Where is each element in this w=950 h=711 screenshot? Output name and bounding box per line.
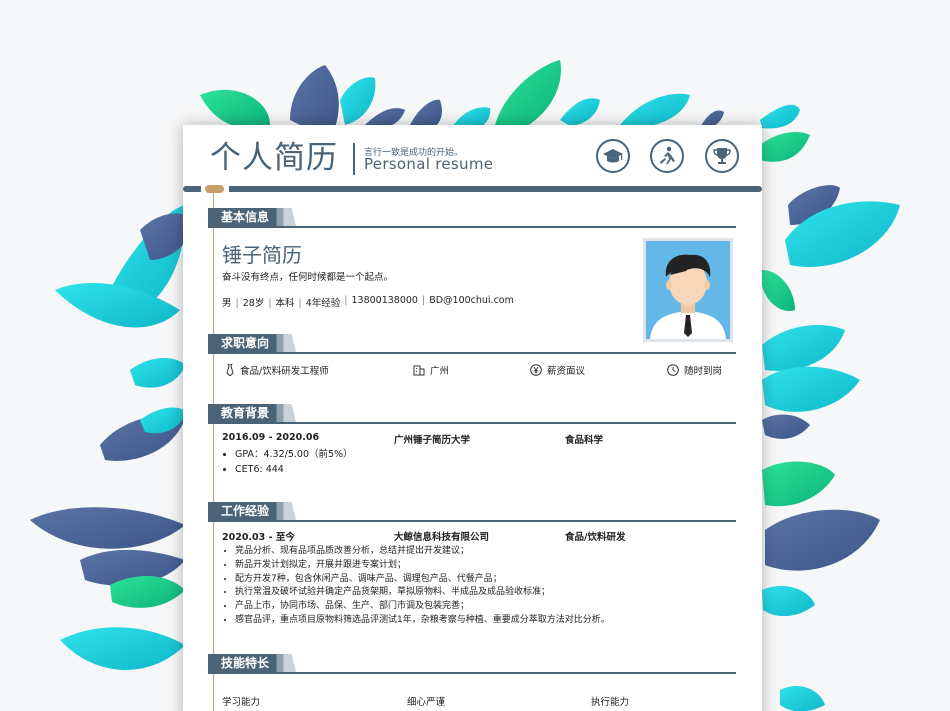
header-bar — [183, 186, 762, 192]
resume-template-preview: 个人简历 言行一致是成功的开始。 Personal resume 基本信息 锤子… — [0, 0, 950, 711]
candidate-info: 男 28岁 本科 4年经验 13800138000 BD@100chui.com — [222, 295, 514, 309]
intent-position: 食品/饮料研发工程师 — [225, 363, 329, 377]
title-separator — [353, 143, 355, 175]
building-icon — [413, 365, 425, 376]
list-item: 竞品分析、现有品项品质改善分析，总结并提出开发建议； — [235, 545, 610, 559]
section-education: 教育背景 — [208, 404, 296, 422]
resume-title-en: Personal resume — [364, 155, 494, 173]
intent-city: 广州 — [413, 363, 449, 377]
candidate-name: 锤子简历 — [222, 243, 302, 267]
yen-icon — [530, 364, 542, 376]
clock-icon — [667, 364, 679, 376]
candidate-slogan: 奋斗没有终点，任何时候都是一个起点。 — [222, 272, 394, 283]
header-bar-marker — [205, 185, 224, 193]
list-item: 配方开发7种，包含休闲产品、调味产品、调理包产品、代餐产品； — [235, 573, 610, 587]
intent-availability: 随时到岗 — [667, 363, 722, 377]
resume-title-cn: 个人简历 — [210, 140, 338, 176]
section-job-intent: 求职意向 — [208, 334, 296, 352]
trophy-icon — [705, 139, 739, 173]
avatar — [643, 238, 733, 342]
list-item: CET6: 444 — [235, 463, 353, 478]
section-basic-info: 基本信息 — [208, 208, 296, 226]
timeline-line — [213, 193, 214, 711]
list-item: GPA：4.32/5.00（前5%） — [235, 448, 353, 463]
section-work: 工作经验 — [208, 502, 296, 520]
intent-salary: 薪资面议 — [530, 363, 585, 377]
list-item: 产品上市，协同市场、品保、生产、部门市调及包装完善； — [235, 600, 610, 614]
section-skills: 技能特长 — [208, 654, 296, 672]
education-details: GPA：4.32/5.00（前5%） CET6: 444 — [235, 448, 353, 477]
work-details: 竞品分析、现有品项品质改善分析，总结并提出开发建议； 新品开发计划拟定，开展并跟… — [235, 545, 610, 628]
tie-icon — [225, 364, 235, 376]
list-item: 感官品评，重点项目原物料筛选品评测试1年，杂粮考察与种植、重要成分萃取方法对比分… — [235, 614, 610, 628]
runner-icon — [650, 139, 684, 173]
resume-paper: 个人简历 言行一致是成功的开始。 Personal resume 基本信息 锤子… — [183, 125, 762, 711]
list-item: 新品开发计划拟定，开展并跟进专案计划； — [235, 559, 610, 573]
list-item: 执行常温及破坏试验并确定产品货架期，草拟原物料、半成品及成品验收标准； — [235, 586, 610, 600]
graduation-cap-icon — [596, 139, 630, 173]
